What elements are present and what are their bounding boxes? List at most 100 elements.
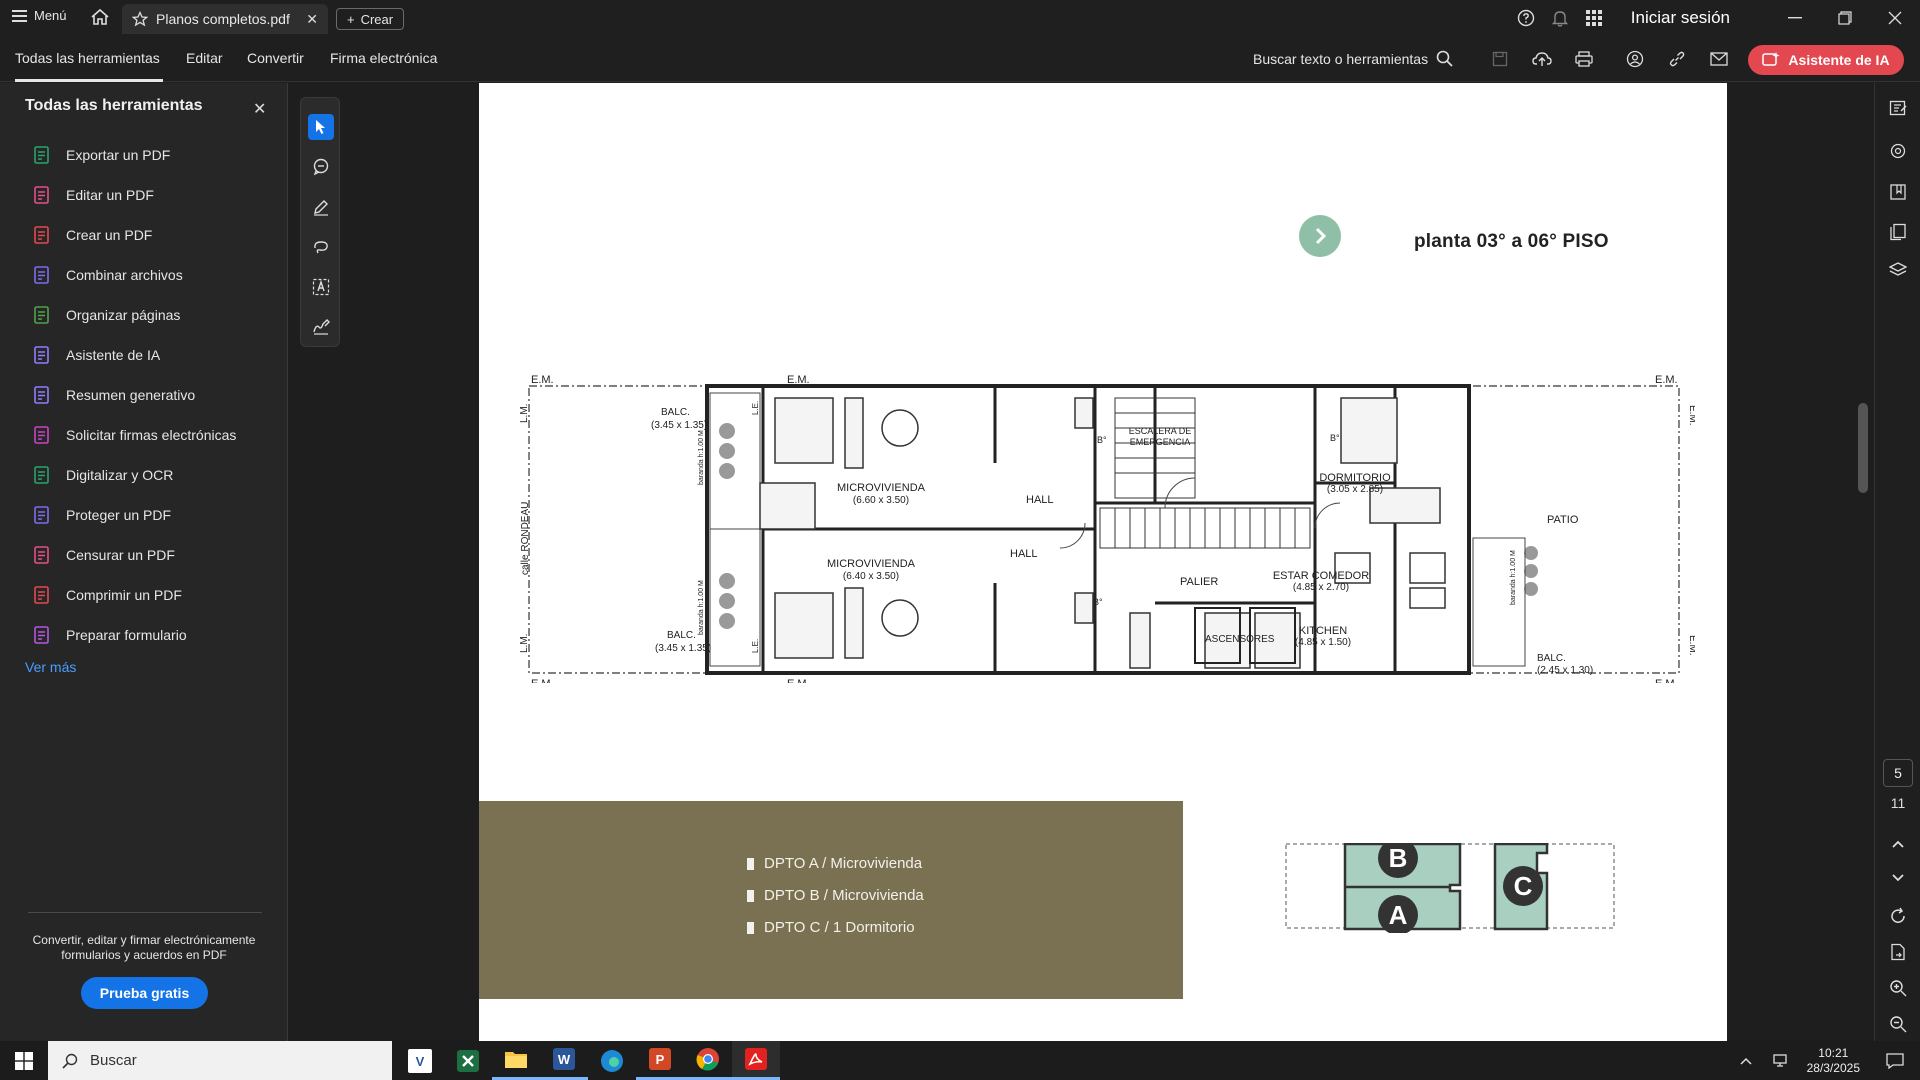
menu-button[interactable]: Menú (12, 8, 67, 23)
home-button[interactable] (90, 8, 110, 26)
visio-app-icon[interactable]: V (396, 1041, 444, 1080)
select-tool-icon[interactable] (308, 114, 334, 140)
network-icon[interactable] (1763, 1043, 1797, 1079)
plan-hall-bottom: HALL (1010, 548, 1038, 560)
tool-item[interactable]: Digitalizar y OCR (32, 463, 173, 487)
zoom-in-icon[interactable] (1887, 977, 1909, 999)
text-box-icon[interactable] (308, 274, 334, 300)
tool-item[interactable]: Proteger un PDF (32, 503, 171, 527)
file-explorer-icon[interactable] (492, 1041, 540, 1080)
plan-micro-b: MICROVIVIENDA (827, 558, 916, 570)
scan-ocr-icon (32, 465, 52, 485)
tool-item-label: Organizar páginas (66, 307, 181, 323)
minimize-window-icon[interactable] (1770, 0, 1820, 36)
search-icon (1436, 50, 1453, 67)
windows-start-icon[interactable] (0, 1041, 48, 1080)
signature-tool-icon[interactable] (308, 314, 334, 340)
create-button[interactable]: + Crear (336, 8, 405, 30)
document-viewport[interactable]: planta 03° a 06° PISO E.M. E.M. E.M. L.M… (289, 83, 1874, 1041)
link-icon[interactable] (1666, 48, 1688, 70)
highlight-pen-icon[interactable] (308, 194, 334, 220)
chrome-browser-icon[interactable] (684, 1041, 732, 1080)
notification-center-icon[interactable] (1878, 1043, 1912, 1079)
upload-cloud-icon[interactable] (1531, 48, 1553, 70)
tool-item[interactable]: Asistente de IA (32, 343, 160, 367)
word-app-icon[interactable]: W (540, 1041, 588, 1080)
plan-elevators: ASCENSORES (1205, 634, 1275, 645)
current-page-input[interactable]: 5 (1883, 759, 1913, 787)
tab-edit[interactable]: Editar (186, 50, 223, 66)
tool-item-label: Comprimir un PDF (66, 587, 182, 603)
help-icon[interactable] (1509, 0, 1543, 36)
save-icon[interactable] (1489, 48, 1511, 70)
show-hidden-icons-chevron-icon[interactable] (1729, 1043, 1763, 1079)
bookmarks-rail-icon[interactable] (1887, 181, 1909, 203)
email-icon[interactable] (1708, 48, 1730, 70)
print-icon[interactable] (1573, 48, 1595, 70)
layers-rail-icon[interactable] (1887, 259, 1909, 281)
free-trial-button[interactable]: Prueba gratis (81, 977, 208, 1009)
plan-patio: PATIO (1547, 514, 1579, 526)
plan-micro-a: MICROVIVIENDA (837, 482, 926, 494)
plan-street-label: calle RONDEAU (520, 502, 531, 575)
tool-item[interactable]: Crear un PDF (32, 223, 152, 247)
system-clock[interactable]: 10:21 28/3/2025 (1807, 1046, 1860, 1076)
title-bar: Menú Planos completos.pdf ✕ + Crear Inic… (0, 0, 1920, 36)
page-export-icon[interactable] (1887, 941, 1909, 963)
tool-item[interactable]: Organizar páginas (32, 303, 180, 327)
document-tab[interactable]: Planos completos.pdf ✕ (122, 4, 328, 34)
pages-rail-icon[interactable] (1887, 221, 1909, 243)
tool-item-label: Digitalizar y OCR (66, 467, 174, 483)
share-people-icon[interactable] (1624, 48, 1646, 70)
notifications-bell-icon[interactable] (1543, 0, 1577, 36)
tool-item-label: Solicitar firmas electrónicas (66, 427, 237, 443)
clock-date: 28/3/2025 (1806, 1060, 1860, 1075)
acrobat-app-icon[interactable] (732, 1041, 780, 1080)
close-window-icon[interactable] (1870, 0, 1920, 36)
tool-item-label: Editar un PDF (66, 187, 154, 203)
comments-rail-icon[interactable] (1887, 141, 1909, 163)
see-more-link[interactable]: Ver más (25, 659, 76, 675)
restore-window-icon[interactable] (1820, 0, 1870, 36)
search-tools-button[interactable]: Buscar texto o herramientas (1253, 50, 1453, 67)
rotate-icon[interactable] (1887, 905, 1909, 927)
edge-browser-icon[interactable] (588, 1041, 636, 1080)
tool-item[interactable]: Comprimir un PDF (32, 583, 182, 607)
sign-in-button[interactable]: Iniciar sesión (1631, 8, 1730, 28)
taskbar-search-label: Buscar (90, 1052, 137, 1069)
tool-item[interactable]: Preparar formulario (32, 623, 187, 647)
draw-lasso-icon[interactable] (308, 234, 334, 260)
chevron-up-icon[interactable] (1887, 833, 1909, 855)
tool-item[interactable]: Resumen generativo (32, 383, 195, 407)
tool-item[interactable]: Censurar un PDF (32, 543, 175, 567)
apartment-legend: DPTO A / Microvivienda DPTO B / Microviv… (479, 801, 1183, 999)
scrollbar-thumb[interactable] (1858, 403, 1868, 493)
plan-em-tr: E.M. (1655, 374, 1678, 386)
edit-pdf-rail-icon[interactable] (1887, 97, 1909, 119)
comment-tool-icon[interactable] (308, 154, 334, 180)
tool-item[interactable]: Solicitar firmas electrónicas (32, 423, 236, 447)
tool-item[interactable]: Editar un PDF (32, 183, 154, 207)
keyplan-label-b: B (1389, 843, 1408, 873)
close-panel-icon[interactable]: ✕ (253, 99, 266, 119)
tool-item[interactable]: Combinar archivos (32, 263, 183, 287)
zoom-out-icon[interactable] (1887, 1013, 1909, 1035)
star-icon[interactable] (132, 11, 148, 27)
clock-time: 10:21 (1818, 1045, 1849, 1060)
plan-balc-bottom: BALC. (667, 630, 696, 641)
tab-all-tools[interactable]: Todas las herramientas (15, 50, 160, 66)
close-tab-icon[interactable]: ✕ (306, 11, 318, 28)
apps-grid-icon[interactable] (1577, 0, 1611, 36)
legend-bullet (747, 857, 754, 870)
tab-convert[interactable]: Convertir (247, 50, 304, 66)
taskbar-search[interactable]: Buscar (48, 1041, 392, 1080)
ai-assistant-button[interactable]: Asistente de IA (1748, 45, 1904, 75)
menu-label: Menú (34, 8, 67, 23)
tab-e-signature[interactable]: Firma electrónica (330, 50, 437, 66)
excel-app-icon[interactable] (444, 1041, 492, 1080)
request-signatures-icon (32, 425, 52, 445)
chevron-down-icon[interactable] (1887, 867, 1909, 889)
tool-item[interactable]: Exportar un PDF (32, 143, 170, 167)
powerpoint-app-icon[interactable]: P (636, 1041, 684, 1080)
system-tray: 10:21 28/3/2025 (1729, 1041, 1920, 1080)
